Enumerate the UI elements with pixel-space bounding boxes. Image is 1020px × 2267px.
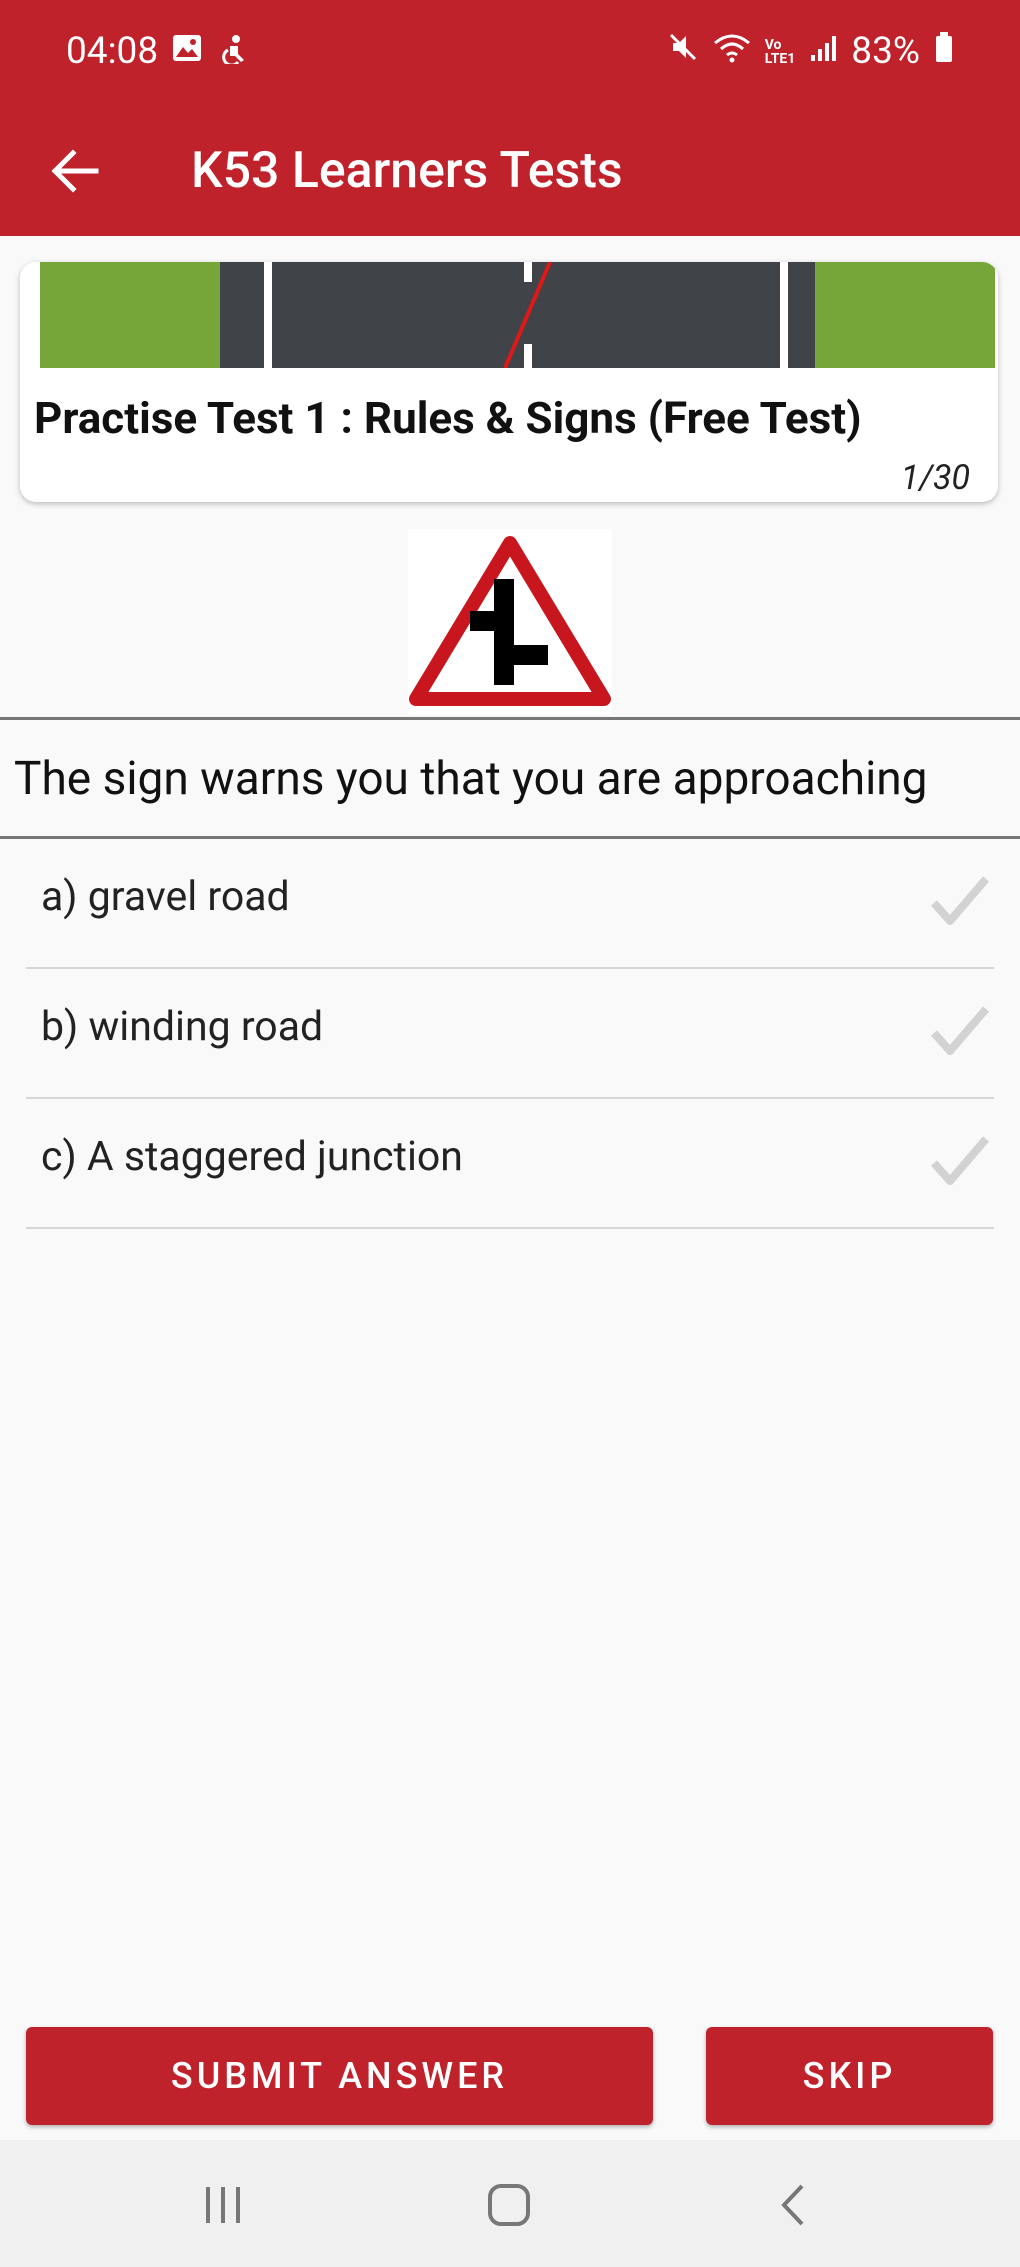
arrow-left-icon	[51, 149, 99, 193]
home-button[interactable]	[469, 2170, 549, 2240]
status-time: 04:08	[66, 30, 159, 73]
wifi-icon	[713, 30, 751, 73]
staggered-junction-sign	[408, 529, 612, 715]
check-icon	[931, 1136, 990, 1185]
road-banner-image	[40, 262, 995, 368]
check-icon	[931, 876, 990, 925]
option-label: c) A staggered junction	[41, 1133, 463, 1181]
back-icon	[781, 2184, 804, 2226]
submit-answer-button[interactable]: SUBMIT ANSWER	[26, 2027, 653, 2125]
navigation-bar	[0, 2140, 1020, 2267]
option-label: b) winding road	[41, 1003, 324, 1051]
signal-icon	[809, 30, 837, 73]
question-counter: 1/30	[900, 458, 970, 498]
divider	[0, 836, 1020, 839]
answer-option-a[interactable]: a) gravel road	[26, 841, 994, 969]
answer-option-c[interactable]: c) A staggered junction	[26, 1101, 994, 1229]
home-icon	[488, 2184, 530, 2226]
battery-icon	[934, 30, 954, 73]
gallery-icon	[172, 34, 202, 68]
status-bar: 04:08 Vo LTE1 83%	[0, 0, 1020, 108]
recents-button[interactable]	[183, 2170, 263, 2240]
app-bar: K53 Learners Tests	[0, 108, 1020, 236]
recents-icon	[206, 2187, 240, 2223]
back-button[interactable]	[40, 136, 110, 206]
option-label: a) gravel road	[41, 873, 290, 921]
nav-back-button[interactable]	[753, 2170, 833, 2240]
mute-icon	[667, 30, 699, 73]
check-icon	[931, 1006, 990, 1055]
skip-button[interactable]: SKIP	[706, 2027, 993, 2125]
accessibility-icon	[220, 34, 248, 68]
battery-percent: 83%	[851, 30, 920, 73]
volte-icon: Vo LTE1	[764, 36, 796, 67]
answer-option-b[interactable]: b) winding road	[26, 971, 994, 1099]
app-title: K53 Learners Tests	[191, 142, 623, 200]
test-card: Practise Test 1 : Rules & Signs (Free Te…	[20, 262, 998, 502]
divider	[0, 717, 1020, 720]
question-text: The sign warns you that you are approach…	[14, 752, 928, 806]
test-title: Practise Test 1 : Rules & Signs (Free Te…	[34, 392, 862, 444]
